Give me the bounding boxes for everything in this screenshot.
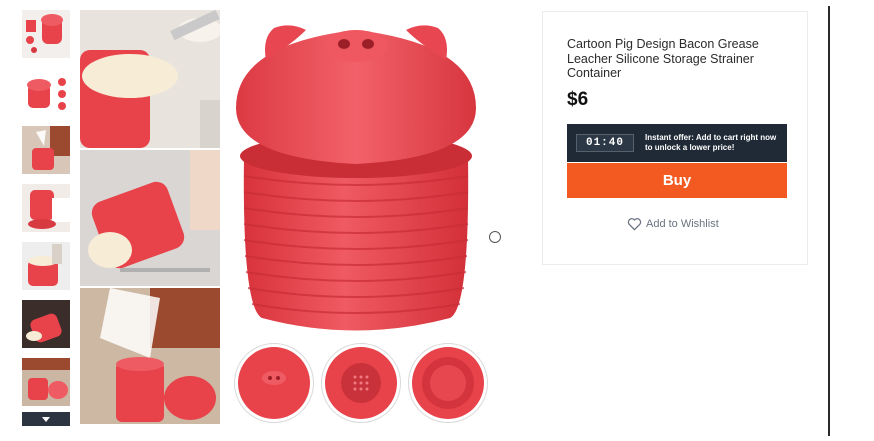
chevron-down-icon <box>42 416 50 422</box>
buy-button[interactable]: Buy <box>567 163 787 198</box>
thumbnail-2[interactable] <box>22 68 70 116</box>
thumbnail-3[interactable] <box>22 126 70 174</box>
product-price: $6 <box>567 89 589 110</box>
detail-thumbnail-container[interactable] <box>408 343 488 423</box>
wishlist-label: Add to Wishlist <box>646 218 719 230</box>
offer-text: Instant offer: Add to cart right now to … <box>645 133 777 152</box>
product-title: Cartoon Pig Design Bacon Grease Leacher … <box>567 37 759 80</box>
radio-indicator[interactable] <box>489 231 501 243</box>
thumbnail-5[interactable] <box>22 242 70 290</box>
collage-image-bottom <box>80 288 220 424</box>
heart-icon <box>627 218 642 231</box>
offer-countdown-timer: 01:40 <box>576 134 634 152</box>
detail-thumbnail-strainer[interactable] <box>321 343 401 423</box>
thumbnail-4[interactable] <box>22 184 70 232</box>
collage-image-top <box>80 10 220 148</box>
product-info-card: Cartoon Pig Design Bacon Grease Leacher … <box>542 11 808 265</box>
main-product-image[interactable] <box>222 8 490 343</box>
add-to-wishlist-link[interactable]: Add to Wishlist <box>627 217 719 231</box>
collage-image-middle <box>80 150 220 286</box>
thumbnail-6[interactable] <box>22 300 70 348</box>
thumbnail-7[interactable] <box>22 358 70 406</box>
instant-offer-bar: 01:40 Instant offer: Add to cart right n… <box>567 124 787 162</box>
detail-thumbnail-lid[interactable] <box>234 343 314 423</box>
page-divider <box>828 6 830 436</box>
thumbnail-1[interactable] <box>22 10 70 58</box>
thumbnail-scroll-down-button[interactable] <box>22 412 70 426</box>
